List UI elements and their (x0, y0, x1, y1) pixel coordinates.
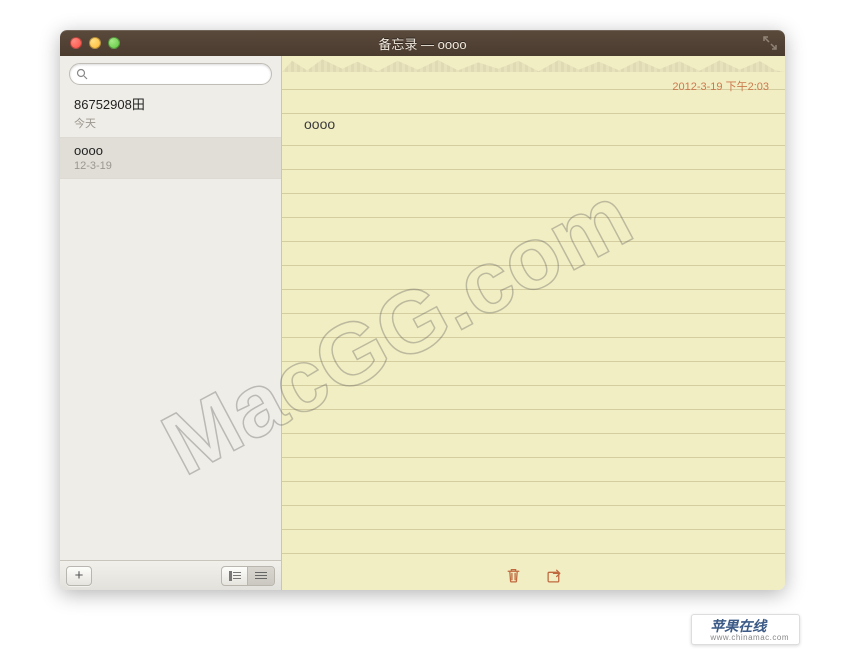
view-list-icon[interactable] (222, 567, 248, 585)
body-split: 86752908田 今天 oooo 12-3-19 + (60, 56, 785, 590)
sidebar-toolbar: + (60, 560, 281, 590)
fullscreen-icon[interactable] (763, 36, 777, 50)
logo-main: 苹果在线 (710, 619, 789, 634)
torn-edge (282, 56, 785, 72)
note-item-date: 12-3-19 (74, 160, 267, 172)
add-note-button[interactable]: + (66, 566, 92, 586)
notes-list[interactable]: 86752908田 今天 oooo 12-3-19 (60, 92, 281, 560)
note-body[interactable]: oooo (304, 112, 763, 136)
view-grid-icon[interactable] (248, 567, 274, 585)
app-window: 备忘录 — oooo 86752908田 今天 oooo 12-3-19 (60, 30, 785, 590)
content-toolbar (282, 560, 785, 590)
share-icon[interactable] (546, 567, 563, 584)
search-wrap (60, 56, 281, 92)
view-toggle (221, 566, 275, 586)
note-timestamp: 2012-3-19 下午2:03 (672, 78, 769, 94)
search-input[interactable] (92, 67, 265, 81)
window-title: 备忘录 — oooo (378, 34, 466, 53)
close-icon[interactable] (70, 37, 82, 49)
logo-badge: 苹果在线 www.chinamac.com (691, 614, 800, 645)
titlebar[interactable]: 备忘录 — oooo (60, 30, 785, 56)
note-item-title: 86752908田 (74, 96, 267, 114)
search-icon (76, 68, 88, 80)
search-field[interactable] (69, 63, 272, 85)
note-content: 2012-3-19 下午2:03 oooo (282, 56, 785, 590)
note-item[interactable]: oooo 12-3-19 (60, 138, 281, 180)
note-item-date: 今天 (74, 115, 267, 131)
trash-icon[interactable] (505, 567, 522, 584)
note-item-title: oooo (74, 142, 267, 160)
traffic-lights (70, 37, 120, 49)
note-item[interactable]: 86752908田 今天 (60, 92, 281, 138)
logo-sub: www.chinamac.com (710, 634, 789, 642)
sidebar: 86752908田 今天 oooo 12-3-19 + (60, 56, 282, 590)
minimize-icon[interactable] (89, 37, 101, 49)
note-paper[interactable]: 2012-3-19 下午2:03 oooo (282, 72, 785, 560)
zoom-icon[interactable] (108, 37, 120, 49)
